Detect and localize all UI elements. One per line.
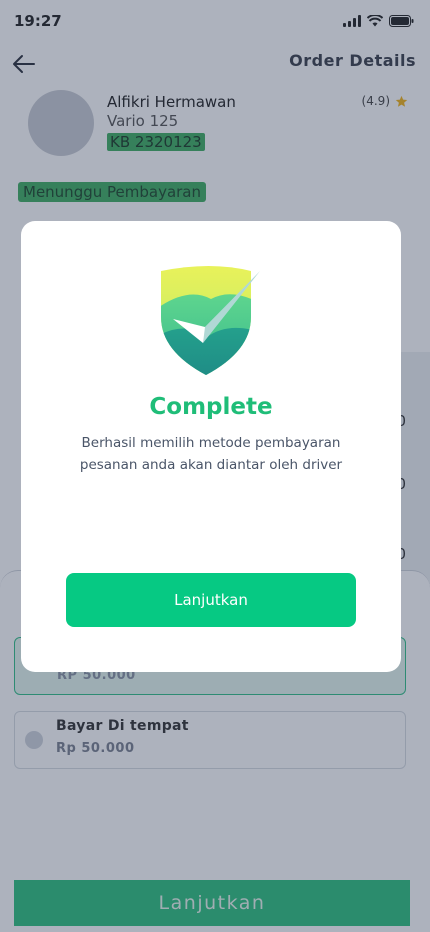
shield-check-icon xyxy=(161,266,260,375)
success-modal: Complete Berhasil memilih metode pembaya… xyxy=(21,221,401,672)
modal-message: Berhasil memilih metode pembayaran pesan… xyxy=(79,435,343,473)
modal-title: Complete xyxy=(149,394,273,420)
modal-continue-button[interactable]: Lanjutkan xyxy=(66,573,356,627)
